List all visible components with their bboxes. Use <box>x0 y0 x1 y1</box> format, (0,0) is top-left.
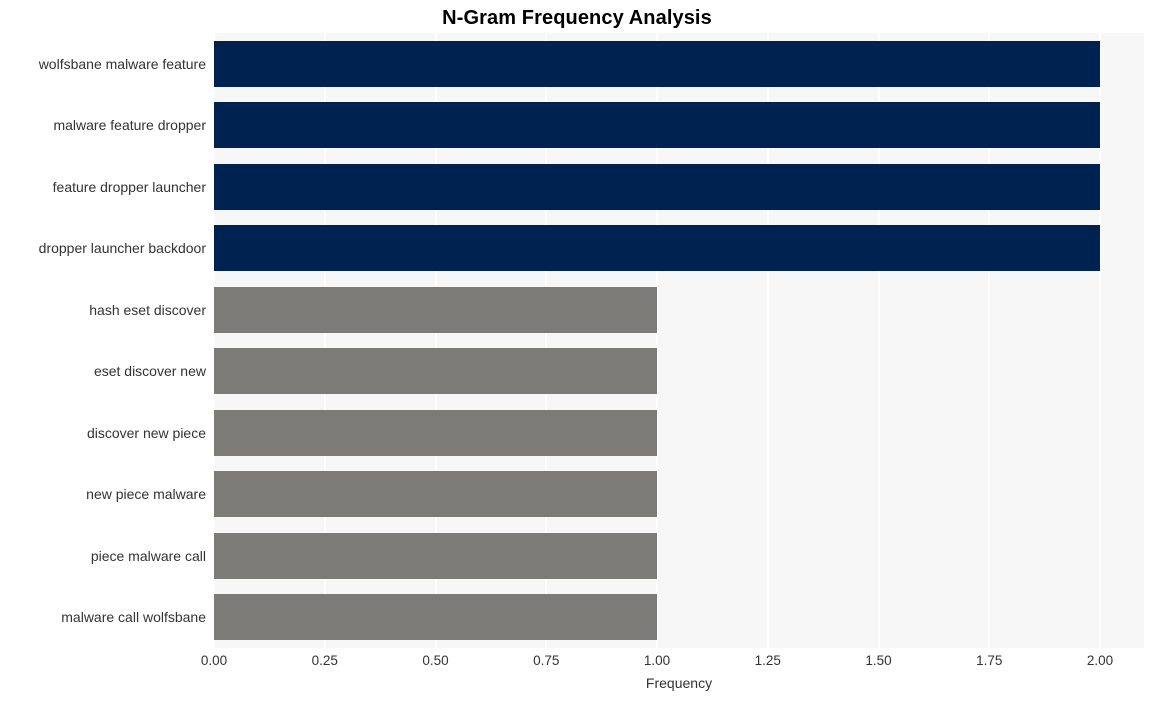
bar <box>214 409 657 456</box>
y-tick-label: malware feature dropper <box>53 117 206 134</box>
x-tick-label: 0.00 <box>200 653 228 668</box>
x-tick-label: 1.75 <box>976 653 1003 668</box>
y-tick-label: feature dropper launcher <box>52 178 206 195</box>
x-axis-title: Frequency <box>645 675 713 691</box>
y-tick-label: malware call wolfsbane <box>61 609 206 626</box>
y-tick-label: eset discover new <box>93 363 206 380</box>
y-tick-label: hash eset discover <box>89 301 206 318</box>
y-tick-label: wolfsbane malware feature <box>38 55 206 72</box>
bar <box>214 102 1100 149</box>
bar <box>214 225 1100 272</box>
y-tick-label: dropper launcher backdoor <box>38 240 206 257</box>
x-tick-label: 1.50 <box>865 653 892 668</box>
bar <box>214 40 1100 87</box>
x-tick-label: 0.50 <box>422 653 449 668</box>
x-tick-label: 1.00 <box>643 653 671 668</box>
x-tick-label: 0.75 <box>533 653 560 668</box>
y-tick-label: piece malware call <box>90 547 206 564</box>
x-tick-label: 0.25 <box>311 653 338 668</box>
bar <box>214 471 657 518</box>
x-tick-label: 2.00 <box>1086 653 1114 668</box>
x-tick-label: 1.25 <box>754 653 781 668</box>
bar <box>214 163 1100 210</box>
bar <box>214 532 657 579</box>
bar <box>214 594 657 641</box>
x-axis-tick-labels: 0.00 0.25 0.50 0.75 1.00 1.25 1.50 1.75 2.00 <box>0 652 1154 674</box>
bar <box>214 286 657 333</box>
y-axis-tick-labels: wolfsbane malware feature malware feature… <box>0 33 206 648</box>
bar <box>214 348 657 395</box>
y-tick-label: new piece malware <box>86 486 206 503</box>
chart-title: N-Gram Frequency Analysis <box>442 7 712 29</box>
ngram-frequency-chart: N-Gram Frequency Analysis wolfsbane malw… <box>0 0 1154 701</box>
plot-area <box>214 33 1144 648</box>
y-tick-label: discover new piece <box>86 424 206 441</box>
